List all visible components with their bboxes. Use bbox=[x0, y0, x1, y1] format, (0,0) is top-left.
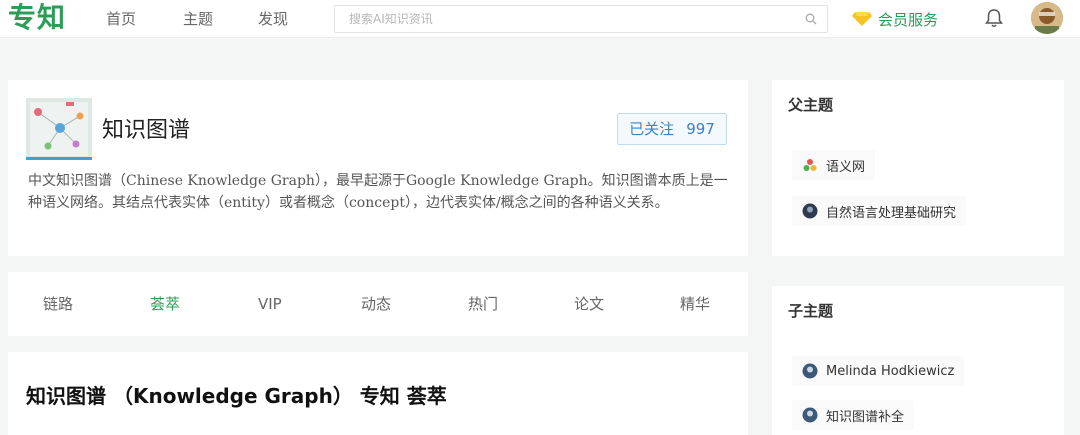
avatar[interactable] bbox=[1031, 2, 1063, 34]
search-icon[interactable] bbox=[805, 13, 817, 25]
search-input[interactable] bbox=[335, 6, 775, 32]
nlp-icon bbox=[802, 203, 818, 219]
topic-description: 中文知识图谱（Chinese Knowledge Graph），最早起源于Goo… bbox=[28, 173, 728, 211]
tab-activity[interactable]: 动态 bbox=[361, 272, 391, 336]
site-logo[interactable]: 专知 bbox=[8, 0, 66, 38]
nav-topics[interactable]: 主题 bbox=[183, 0, 213, 38]
child-topics-title: 子主题 bbox=[788, 302, 834, 320]
tab-links[interactable]: 链路 bbox=[43, 272, 73, 336]
parent-topics-title: 父主题 bbox=[788, 96, 834, 114]
child-topic-label: 知识图谱补全 bbox=[826, 409, 905, 425]
content-title: 知识图谱 （Knowledge Graph） 专知 荟萃 bbox=[26, 384, 447, 408]
tab-papers[interactable]: 论文 bbox=[574, 272, 604, 336]
kg-completion-icon bbox=[802, 407, 818, 423]
parent-topic-label: 自然语言处理基础研究 bbox=[826, 205, 957, 221]
semantic-web-icon bbox=[803, 159, 817, 171]
nav-home[interactable]: 首页 bbox=[106, 0, 136, 38]
parent-topics-card: 父主题 语义网 自然语言处理基础研究 bbox=[772, 80, 1064, 256]
topic-card: 知识图谱 已关注 997 中文知识图谱（Chinese Knowledge Gra… bbox=[8, 80, 748, 256]
search-box bbox=[334, 5, 828, 33]
bell-icon[interactable] bbox=[983, 7, 1005, 29]
diamond-icon bbox=[852, 12, 872, 26]
follow-label: 已关注 bbox=[629, 120, 675, 138]
vip-service-link[interactable]: 会员服务 bbox=[852, 0, 938, 38]
tab-vip[interactable]: VIP bbox=[258, 272, 282, 336]
follower-count: 997 bbox=[686, 120, 715, 138]
topic-tabs: 链路 荟萃 VIP 动态 热门 论文 精华 bbox=[8, 272, 748, 336]
parent-topic-semantic-web[interactable]: 语义网 bbox=[792, 150, 876, 180]
child-topics-card: 子主题 Melinda Hodkiewicz 知识图谱补全 bbox=[772, 286, 1064, 435]
follow-button[interactable]: 已关注 997 bbox=[617, 113, 727, 145]
knowledge-graph-thumbnail-icon bbox=[26, 98, 92, 157]
tab-collection[interactable]: 荟萃 bbox=[150, 272, 180, 336]
topic-thumbnail bbox=[26, 98, 92, 160]
child-topic-label: Melinda Hodkiewicz bbox=[826, 363, 955, 379]
person-icon bbox=[802, 363, 818, 379]
child-topic-melinda[interactable]: Melinda Hodkiewicz bbox=[792, 356, 965, 386]
content-card: 知识图谱 （Knowledge Graph） 专知 荟萃 bbox=[8, 352, 748, 435]
top-navbar: 专知 首页 主题 发现 会员服务 bbox=[0, 0, 1080, 38]
vip-label: 会员服务 bbox=[878, 10, 939, 29]
topic-title: 知识图谱 bbox=[102, 118, 191, 143]
child-topic-kg-completion[interactable]: 知识图谱补全 bbox=[792, 400, 915, 430]
parent-topic-label: 语义网 bbox=[826, 159, 866, 175]
avatar-image bbox=[1031, 2, 1063, 34]
parent-topic-nlp[interactable]: 自然语言处理基础研究 bbox=[792, 196, 967, 226]
tab-hot[interactable]: 热门 bbox=[468, 272, 498, 336]
tab-featured[interactable]: 精华 bbox=[680, 272, 710, 336]
nav-discover[interactable]: 发现 bbox=[258, 0, 288, 38]
